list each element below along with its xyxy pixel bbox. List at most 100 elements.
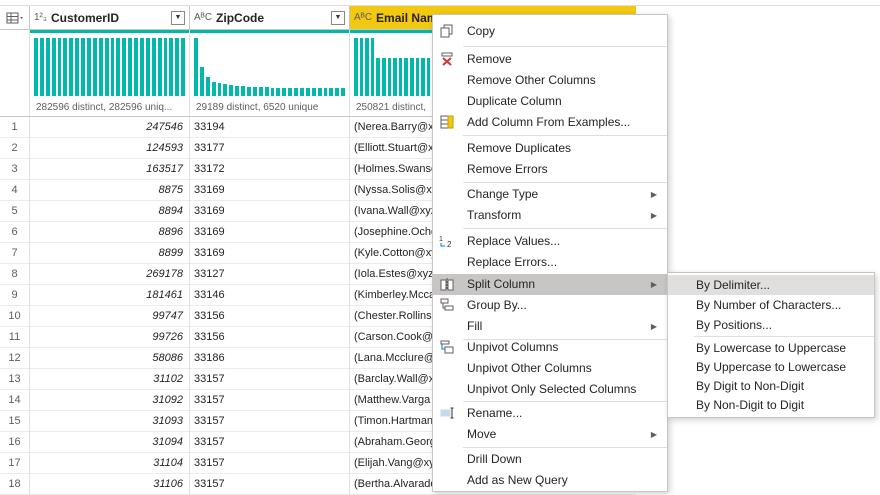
cell-customerid[interactable]: 181461 (30, 285, 190, 306)
cell-email-name[interactable]: (Kimberley.Mcca (350, 285, 436, 306)
row-number[interactable]: 9 (0, 285, 30, 306)
menu-item-unpivot-only-selected-columns[interactable]: Unpivot Only Selected Columns (433, 379, 667, 400)
cell-zipcode[interactable]: 33157 (190, 453, 350, 474)
submenu-item-by-delimiter[interactable]: By Delimiter... (668, 275, 874, 295)
row-number[interactable]: 5 (0, 201, 30, 222)
row-number[interactable]: 4 (0, 180, 30, 201)
menu-item-add-column-from-examples[interactable]: Add Column From Examples... (433, 112, 667, 133)
cell-zipcode[interactable]: 33172 (190, 159, 350, 180)
filter-dropdown-button[interactable]: ▼ (331, 10, 345, 25)
row-number[interactable]: 18 (0, 474, 30, 495)
cell-customerid[interactable]: 31106 (30, 474, 190, 495)
cell-email-name[interactable]: (Timon.Hartman (350, 411, 436, 432)
cell-zipcode[interactable]: 33169 (190, 243, 350, 264)
menu-item-duplicate-column[interactable]: Duplicate Column (433, 91, 667, 112)
cell-customerid[interactable]: 8875 (30, 180, 190, 201)
filter-dropdown-button[interactable]: ▼ (171, 10, 185, 25)
row-number[interactable]: 7 (0, 243, 30, 264)
menu-item-fill[interactable]: Fill ▶ (433, 316, 667, 337)
table-menu-button[interactable] (0, 6, 30, 30)
menu-item-replace-errors[interactable]: Replace Errors... (433, 252, 667, 273)
number-type-icon[interactable]: 1²₃ (34, 12, 47, 23)
cell-email-name[interactable]: (Bertha.Alvarado (350, 474, 436, 495)
cell-customerid[interactable]: 8899 (30, 243, 190, 264)
cell-zipcode[interactable]: 33169 (190, 180, 350, 201)
menu-item-group-by[interactable]: Group By... (433, 295, 667, 316)
row-number[interactable]: 15 (0, 411, 30, 432)
text-type-icon[interactable]: AᴮC (194, 12, 212, 23)
cell-customerid[interactable]: 99726 (30, 327, 190, 348)
cell-email-name[interactable]: (Nyssa.Solis@xyz (350, 180, 436, 201)
submenu-item-by-number-of-characters[interactable]: By Number of Characters... (668, 295, 874, 315)
row-number[interactable]: 11 (0, 327, 30, 348)
cell-customerid[interactable]: 269178 (30, 264, 190, 285)
menu-item-remove-duplicates[interactable]: Remove Duplicates (433, 138, 667, 159)
cell-zipcode[interactable]: 33156 (190, 327, 350, 348)
cell-email-name[interactable]: (Josephine.Ocho (350, 222, 436, 243)
cell-customerid[interactable]: 8894 (30, 201, 190, 222)
row-number[interactable]: 1 (0, 117, 30, 138)
row-number[interactable]: 17 (0, 453, 30, 474)
cell-email-name[interactable]: (Kyle.Cotton@xy (350, 243, 436, 264)
menu-item-unpivot-other-columns[interactable]: Unpivot Other Columns (433, 358, 667, 379)
menu-item-change-type[interactable]: Change Type ▶ (433, 184, 667, 205)
cell-zipcode[interactable]: 33156 (190, 306, 350, 327)
cell-customerid[interactable]: 31102 (30, 369, 190, 390)
row-number[interactable]: 6 (0, 222, 30, 243)
row-number[interactable]: 16 (0, 432, 30, 453)
row-number[interactable]: 3 (0, 159, 30, 180)
row-number[interactable]: 12 (0, 348, 30, 369)
cell-zipcode[interactable]: 33186 (190, 348, 350, 369)
cell-email-name[interactable]: (Elliott.Stuart@x (350, 138, 436, 159)
submenu-item-by-uppercase-to-lowercase[interactable]: By Uppercase to Lowercase (668, 357, 874, 377)
submenu-item-by-digit-to-non-digit[interactable]: By Digit to Non-Digit (668, 376, 874, 396)
cell-customerid[interactable]: 31094 (30, 432, 190, 453)
menu-item-move[interactable]: Move ▶ (433, 424, 667, 445)
cell-customerid[interactable]: 124593 (30, 138, 190, 159)
menu-item-rename[interactable]: Rename... (433, 403, 667, 424)
cell-customerid[interactable]: 99747 (30, 306, 190, 327)
cell-zipcode[interactable]: 33157 (190, 474, 350, 495)
text-type-icon[interactable]: AᴮC (354, 12, 372, 23)
cell-customerid[interactable]: 163517 (30, 159, 190, 180)
menu-item-copy[interactable]: Copy (433, 21, 667, 42)
cell-email-name[interactable]: (Ivana.Wall@xyz (350, 201, 436, 222)
cell-zipcode[interactable]: 33146 (190, 285, 350, 306)
menu-item-add-as-new-query[interactable]: Add as New Query (433, 470, 667, 491)
submenu-item-by-lowercase-to-uppercase[interactable]: By Lowercase to Uppercase (668, 338, 874, 358)
menu-item-split-column[interactable]: Split Column ▶ (433, 274, 667, 295)
submenu-item-by-non-digit-to-digit[interactable]: By Non-Digit to Digit (668, 395, 874, 415)
cell-zipcode[interactable]: 33194 (190, 117, 350, 138)
menu-item-remove[interactable]: Remove (433, 49, 667, 70)
cell-email-name[interactable]: (Matthew.Varga (350, 390, 436, 411)
cell-customerid[interactable]: 8896 (30, 222, 190, 243)
cell-email-name[interactable]: (Elijah.Vang@xyz (350, 453, 436, 474)
cell-email-name[interactable]: (Holmes.Swanso (350, 159, 436, 180)
cell-email-name[interactable]: (Lana.Mcclure@ (350, 348, 436, 369)
menu-item-remove-errors[interactable]: Remove Errors (433, 159, 667, 180)
cell-customerid[interactable]: 31093 (30, 411, 190, 432)
cell-customerid[interactable]: 31104 (30, 453, 190, 474)
cell-email-name[interactable]: (Chester.Rollins@ (350, 306, 436, 327)
column-header-customerid[interactable]: 1²₃ CustomerID ▼ (30, 6, 190, 30)
cell-zipcode[interactable]: 33127 (190, 264, 350, 285)
cell-customerid[interactable]: 31092 (30, 390, 190, 411)
menu-item-transform[interactable]: Transform ▶ (433, 205, 667, 226)
submenu-item-by-positions[interactable]: By Positions... (668, 315, 874, 335)
cell-zipcode[interactable]: 33177 (190, 138, 350, 159)
cell-email-name[interactable]: (Abraham.Georg (350, 432, 436, 453)
menu-item-unpivot-columns[interactable]: Unpivot Columns (433, 337, 667, 358)
row-number[interactable]: 2 (0, 138, 30, 159)
cell-email-name[interactable]: (Iola.Estes@xyza (350, 264, 436, 285)
row-number[interactable]: 14 (0, 390, 30, 411)
column-header-zipcode[interactable]: AᴮC ZipCode ▼ (190, 6, 350, 30)
menu-item-replace-values[interactable]: 12 Replace Values... (433, 231, 667, 252)
cell-email-name[interactable]: (Carson.Cook@x (350, 327, 436, 348)
menu-item-remove-other-columns[interactable]: Remove Other Columns (433, 70, 667, 91)
menu-item-drill-down[interactable]: Drill Down (433, 449, 667, 470)
row-number[interactable]: 10 (0, 306, 30, 327)
cell-customerid[interactable]: 58086 (30, 348, 190, 369)
row-number[interactable]: 13 (0, 369, 30, 390)
row-number[interactable]: 8 (0, 264, 30, 285)
cell-zipcode[interactable]: 33157 (190, 411, 350, 432)
